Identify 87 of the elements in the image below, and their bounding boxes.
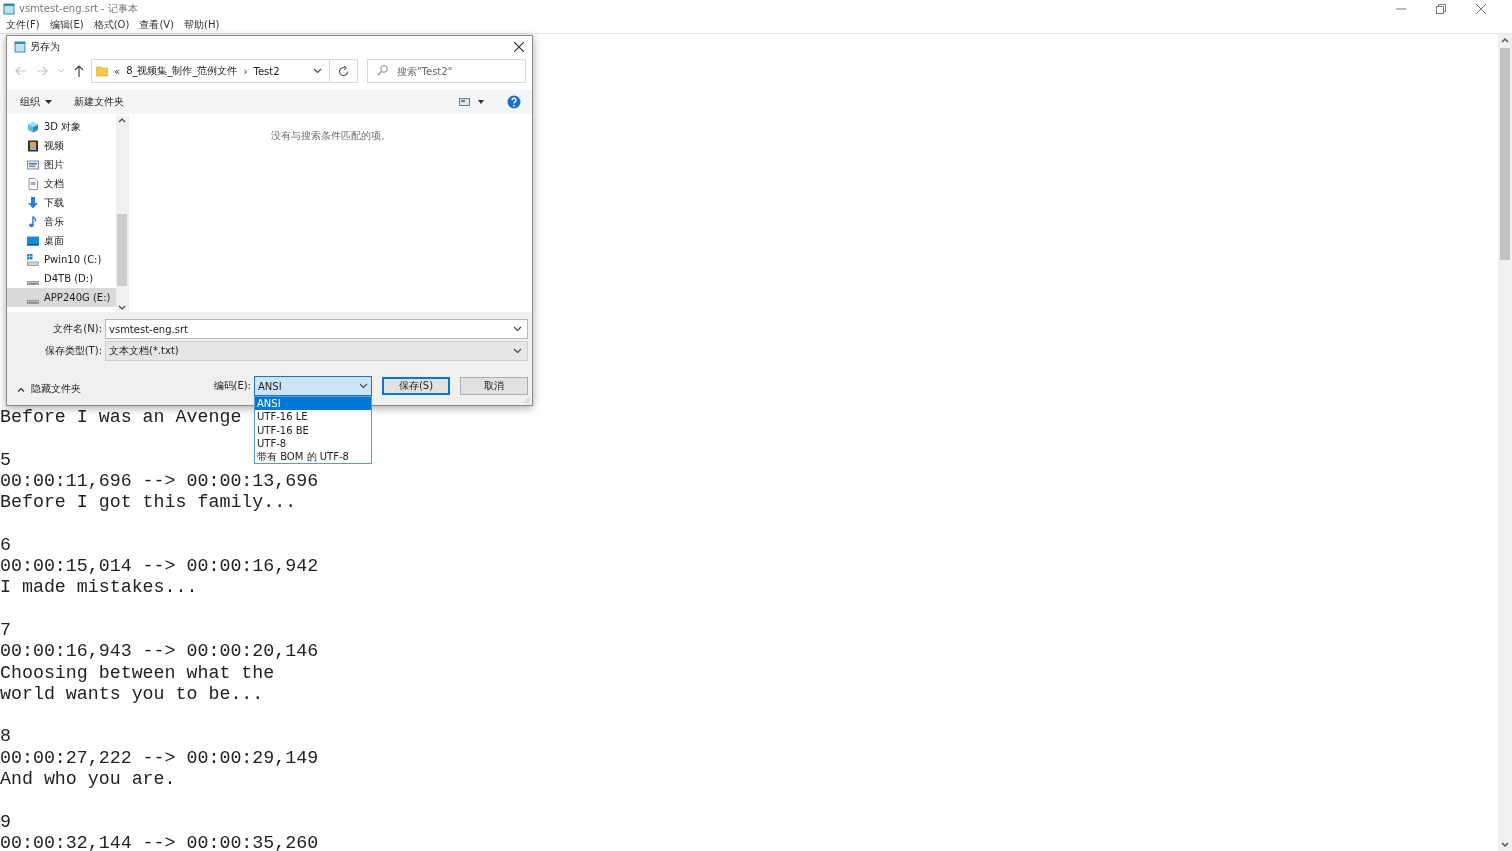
text-line: Choosing between what the [0, 662, 275, 684]
up-arrow-icon[interactable] [74, 65, 84, 77]
text-line: Before I got this family... [0, 492, 297, 514]
text-line: 8 [0, 726, 11, 748]
chevron-down-icon[interactable] [313, 68, 322, 74]
scrollbar-thumb[interactable] [1500, 48, 1510, 260]
monitor-icon [27, 234, 39, 247]
text-line: 00:00:11,696 --> 00:00:13,696 [0, 470, 319, 493]
text-line: 7 [0, 619, 11, 642]
dropdown-option[interactable]: UTF-16 BE [255, 423, 371, 437]
breadcrumb-item[interactable]: Test2 [253, 65, 280, 77]
text-line: 00:00:32,144 --> 00:00:35,260 [0, 832, 319, 851]
nav-item[interactable]: 音乐 [7, 212, 116, 231]
dialog-icon [14, 40, 26, 53]
overflow-chevron[interactable]: « [114, 65, 121, 77]
nav-item[interactable]: APP240G (E:) [7, 288, 116, 307]
menu-item[interactable]: 文件(F) [6, 18, 40, 32]
menu-item[interactable]: 格式(O) [93, 18, 130, 32]
view-options-icon[interactable] [459, 98, 485, 106]
field-label: 文件名(N): [52, 322, 103, 336]
menu-item[interactable]: 查看(V) [139, 18, 175, 32]
hide-folders-toggle[interactable]: 隐藏文件夹 [17, 382, 81, 396]
new-folder-button[interactable]: 新建文件夹 [74, 95, 124, 109]
menu-item[interactable]: 编辑(E) [49, 18, 84, 32]
picture-icon [27, 158, 39, 171]
breadcrumb-separator[interactable]: › [243, 65, 248, 77]
refresh-button[interactable] [330, 59, 358, 83]
drive-icon [27, 253, 39, 266]
cancel-button[interactable]: 取消 [460, 377, 528, 395]
scrollbar[interactable] [116, 116, 128, 312]
nav-item[interactable]: 视频 [7, 136, 116, 155]
chevron-down-icon [513, 326, 522, 332]
down-arrow-icon [27, 196, 39, 209]
dropdown-option[interactable]: UTF-8 [255, 436, 371, 451]
restore-icon[interactable] [1436, 3, 1446, 14]
text-line: I made mistakes... [0, 577, 198, 599]
window-title: vsmtest-eng.srt - 记事本 [19, 1, 138, 16]
file-name-field[interactable]: vsmtest-eng.srt [105, 319, 528, 339]
save-button[interactable]: 保存(S) [382, 377, 450, 395]
text-line: 00:00:27,222 --> 00:00:29,149 [0, 747, 319, 770]
dialog-title: 另存为 [30, 39, 60, 54]
text-line: 5 [0, 449, 11, 471]
drive-icon [27, 280, 39, 285]
film-icon [27, 139, 39, 152]
nav-item[interactable]: Pwin10 (C:) [7, 250, 116, 269]
refresh-icon [338, 65, 349, 77]
music-note-icon [27, 215, 39, 228]
notepad-icon [3, 2, 15, 15]
document-icon [27, 177, 39, 190]
search-field[interactable]: 搜索"Test2" [367, 59, 526, 83]
nav-item[interactable]: 图片 [7, 155, 116, 174]
close-icon[interactable] [514, 41, 524, 52]
nav-item[interactable]: D4TB (D:) [7, 269, 116, 288]
scrollbar-thumb[interactable] [117, 214, 127, 286]
nav-item[interactable]: 桌面 [7, 231, 116, 250]
text-line: 6 [0, 534, 11, 557]
nav-item[interactable]: 文档 [7, 174, 116, 193]
field-label: 编码(E): [213, 379, 251, 393]
nav-item[interactable]: 下载 [7, 193, 116, 212]
field-label: 保存类型(T): [43, 344, 103, 358]
folder-icon [96, 65, 108, 77]
cube-icon [27, 120, 39, 133]
caret-down-icon [45, 100, 52, 104]
dropdown-option[interactable]: ANSI [255, 397, 371, 411]
save-type-dropdown[interactable]: 文本文档(*.txt) [105, 341, 528, 361]
dropdown-option[interactable]: 带有 BOM 的 UTF-8 [255, 450, 371, 464]
scrollbar[interactable] [1498, 34, 1512, 851]
caret-up-icon [17, 386, 25, 392]
text-line: 9 [0, 811, 11, 833]
drive-icon [27, 299, 39, 304]
text-line: Before I was an Avenge [0, 407, 242, 429]
menu-item[interactable]: 帮助(H) [184, 18, 220, 32]
address-bar[interactable]: « 8_视频集_制作_范例文件 › Test2 [91, 59, 330, 83]
chevron-down-icon [513, 348, 522, 354]
breadcrumb-item[interactable]: 8_视频集_制作_范例文件 [126, 64, 238, 78]
text-line: 00:00:15,014 --> 00:00:16,942 [0, 556, 319, 578]
encoding-dropdown[interactable]: ANSI [254, 376, 372, 396]
dropdown-option[interactable]: UTF-16 LE [255, 410, 371, 424]
text-line: world wants you to be... [0, 683, 264, 706]
text-line: 00:00:16,943 --> 00:00:20,146 [0, 641, 319, 663]
organize-menu[interactable]: 组织 [20, 95, 52, 109]
nav-item[interactable]: 3D 对象 [7, 117, 116, 136]
empty-message: 没有与搜索条件匹配的项。 [270, 129, 391, 142]
chevron-down-icon [359, 383, 368, 389]
text-line: And who you are. [0, 769, 176, 791]
help-icon[interactable] [507, 95, 521, 109]
search-icon [377, 65, 388, 76]
